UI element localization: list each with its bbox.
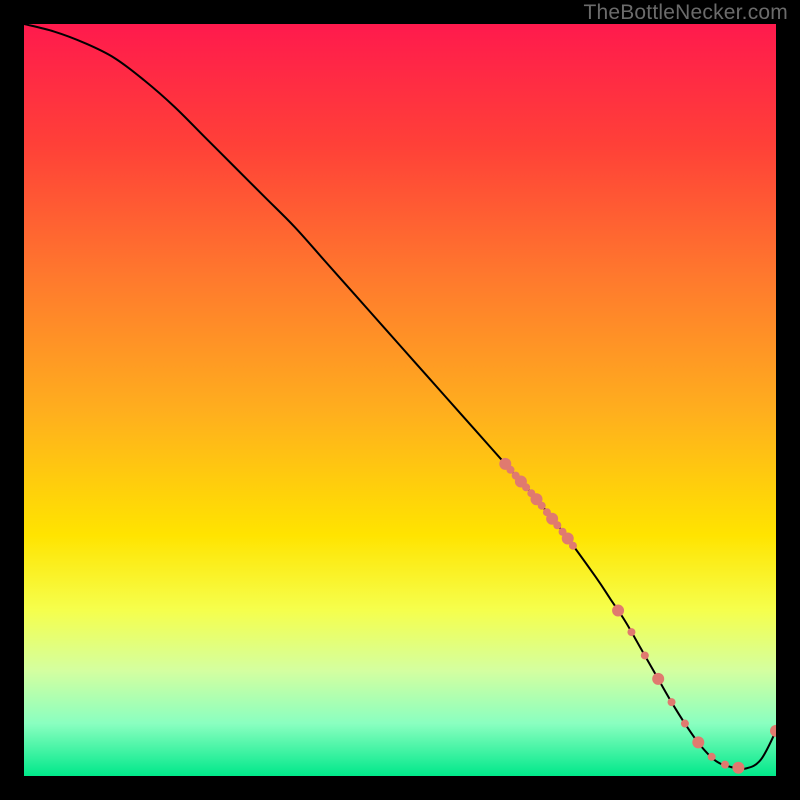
data-marker	[553, 521, 561, 529]
data-marker	[668, 698, 676, 706]
watermark-text: TheBottleNecker.com	[583, 1, 788, 25]
curve-layer	[24, 24, 776, 776]
chart-stage: TheBottleNecker.com	[0, 0, 800, 800]
data-marker	[692, 736, 704, 748]
bottleneck-curve	[24, 24, 776, 769]
data-marker	[681, 720, 689, 728]
data-marker	[721, 761, 729, 769]
data-marker	[770, 725, 776, 737]
data-marker	[732, 762, 744, 774]
data-marker	[708, 753, 716, 761]
data-marker	[641, 651, 649, 659]
data-marker	[627, 628, 635, 636]
plot-area	[24, 24, 776, 776]
data-marker	[538, 502, 546, 510]
data-marker	[569, 542, 577, 550]
data-marker	[612, 605, 624, 617]
data-marker	[652, 673, 664, 685]
marker-group	[499, 458, 776, 774]
